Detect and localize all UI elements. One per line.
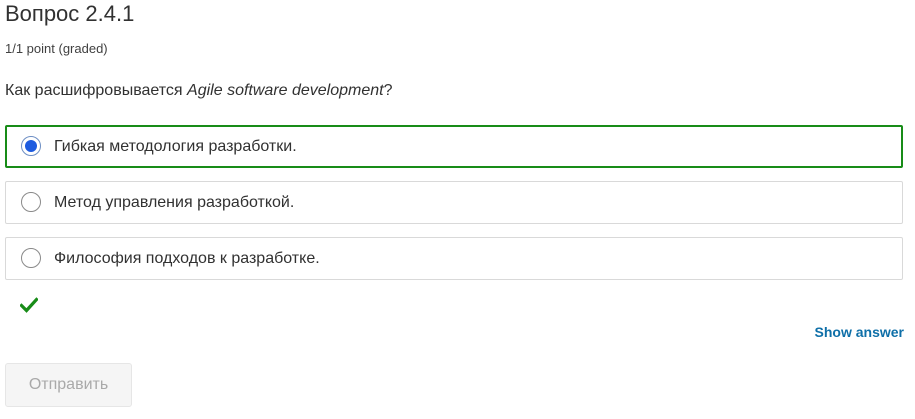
checkmark-icon: [20, 297, 38, 313]
choice-option-2[interactable]: Метод управления разработкой.: [5, 181, 903, 224]
question-text: Как расшифровывается Agile software deve…: [5, 80, 393, 102]
problem-title: Вопрос 2.4.1: [5, 1, 135, 26]
choice-label: Гибкая методология разработки.: [54, 138, 297, 155]
radio-button[interactable]: [21, 192, 41, 212]
points-text: 1/1 point (graded): [5, 41, 108, 56]
choice-label: Метод управления разработкой.: [54, 194, 295, 211]
radio-button[interactable]: [21, 248, 41, 268]
show-answer-link[interactable]: Show answer: [815, 323, 904, 341]
radio-button-selected[interactable]: [21, 136, 41, 156]
choice-option-3[interactable]: Философия подходов к разработке.: [5, 237, 903, 280]
choice-option-1[interactable]: Гибкая методология разработки.: [5, 125, 903, 168]
choice-label: Философия подходов к разработке.: [54, 250, 320, 267]
question-term: Agile software development: [187, 82, 384, 99]
question-suffix: ?: [383, 82, 393, 99]
submit-button[interactable]: Отправить: [5, 363, 132, 407]
question-prefix: Как расшифровывается: [5, 82, 188, 99]
